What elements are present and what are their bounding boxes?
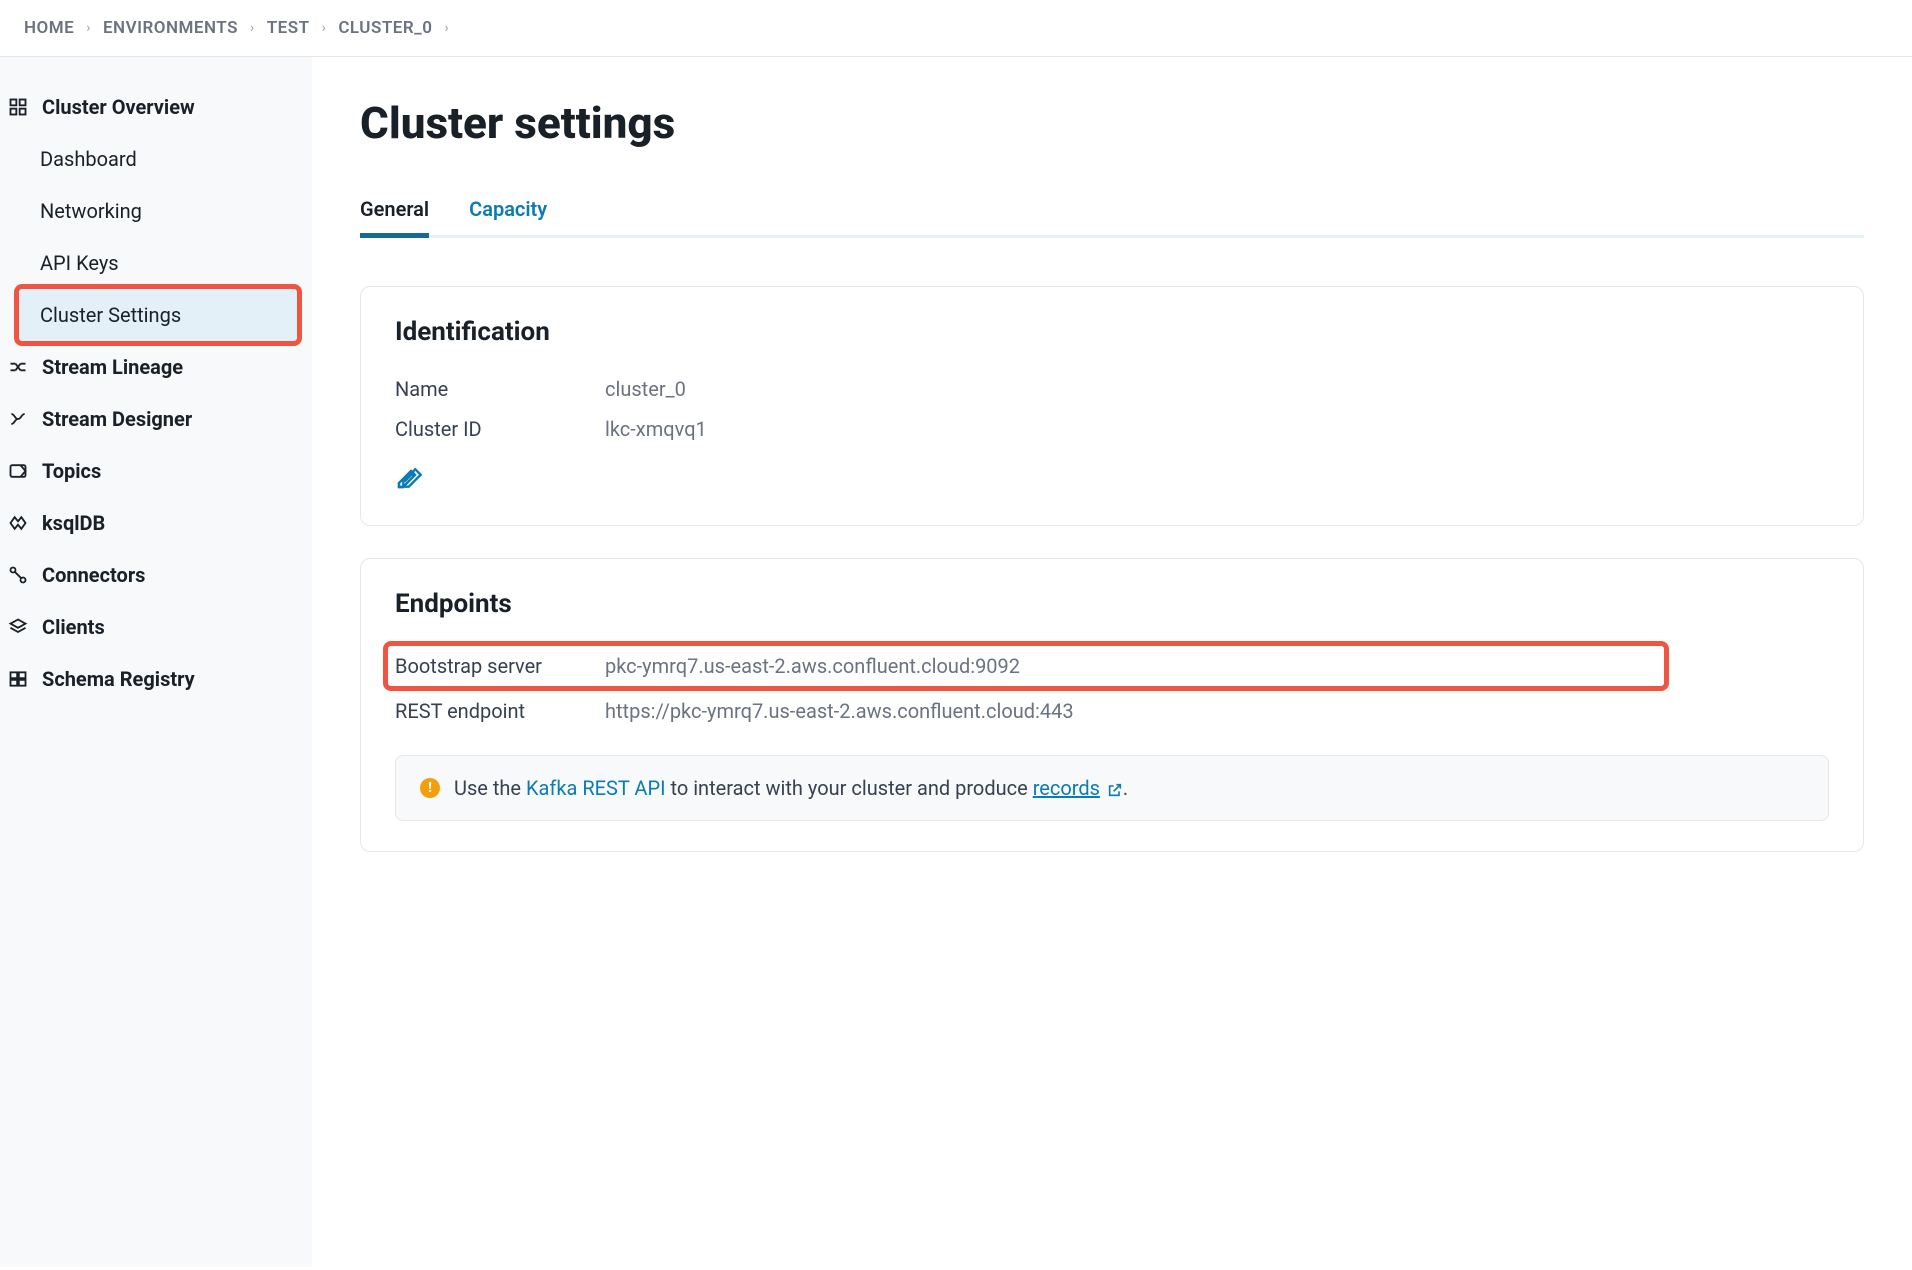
topics-icon	[6, 459, 30, 483]
endpoints-card: Endpoints Bootstrap server pkc-ymrq7.us-…	[360, 558, 1864, 852]
nav-dashboard[interactable]: Dashboard	[0, 133, 312, 185]
bootstrap-value: pkc-ymrq7.us-east-2.aws.confluent.cloud:…	[605, 654, 1020, 678]
nav-topics[interactable]: Topics	[0, 445, 312, 497]
nav-api-keys[interactable]: API Keys	[0, 237, 312, 289]
nav-cluster-settings[interactable]: Cluster Settings	[14, 284, 302, 346]
records-link[interactable]: records	[1033, 776, 1100, 800]
chevron-right-icon: ›	[322, 20, 327, 36]
chevron-right-icon: ›	[250, 20, 255, 36]
info-banner: ! Use the Kafka REST API to interact wit…	[395, 755, 1829, 821]
kafka-rest-api-link[interactable]: Kafka REST API	[526, 776, 666, 800]
bootstrap-label: Bootstrap server	[395, 654, 605, 678]
designer-icon	[6, 407, 30, 431]
nav-stream-lineage[interactable]: Stream Lineage	[0, 341, 312, 393]
nav-ksqldb[interactable]: ksqlDB	[0, 497, 312, 549]
connectors-icon	[6, 563, 30, 587]
banner-suffix: .	[1123, 776, 1128, 800]
schema-registry-icon	[6, 667, 30, 691]
nav-label: Stream Designer	[42, 407, 192, 431]
banner-prefix: Use the	[454, 776, 526, 800]
cluster-id-label: Cluster ID	[395, 417, 605, 441]
nav-label: Stream Lineage	[42, 355, 183, 379]
chevron-right-icon: ›	[444, 20, 449, 36]
page-title: Cluster settings	[360, 97, 1864, 149]
edit-icon[interactable]	[399, 465, 427, 493]
crumb-cluster[interactable]: CLUSTER_0	[338, 18, 432, 38]
name-label: Name	[395, 377, 605, 401]
nav-label: Clients	[42, 615, 105, 639]
sidebar: Cluster Overview Dashboard Networking AP…	[0, 57, 312, 1267]
endpoints-heading: Endpoints	[395, 589, 1829, 619]
rest-endpoint-row: REST endpoint https://pkc-ymrq7.us-east-…	[395, 691, 1829, 731]
nav-label: ksqlDB	[42, 511, 105, 535]
tab-capacity[interactable]: Capacity	[469, 197, 547, 235]
lineage-icon	[6, 355, 30, 379]
external-link-icon	[1107, 782, 1123, 798]
nav-stream-designer[interactable]: Stream Designer	[0, 393, 312, 445]
nav-connectors[interactable]: Connectors	[0, 549, 312, 601]
name-value: cluster_0	[605, 377, 686, 401]
ksqldb-icon	[6, 511, 30, 535]
nav-label: Connectors	[42, 563, 145, 587]
cluster-id-row: Cluster ID lkc-xmqvq1	[395, 409, 1829, 449]
warning-icon: !	[420, 778, 440, 798]
rest-value: https://pkc-ymrq7.us-east-2.aws.confluen…	[605, 699, 1074, 723]
chevron-right-icon: ›	[86, 20, 91, 36]
crumb-environments[interactable]: ENVIRONMENTS	[103, 18, 238, 38]
tab-general[interactable]: General	[360, 197, 429, 235]
clients-icon	[6, 615, 30, 639]
nav-schema-registry[interactable]: Schema Registry	[0, 653, 312, 705]
nav-networking[interactable]: Networking	[0, 185, 312, 237]
nav-label: Schema Registry	[42, 667, 195, 691]
identification-card: Identification Name cluster_0 Cluster ID…	[360, 286, 1864, 526]
main-content: Cluster settings General Capacity Identi…	[312, 57, 1912, 1267]
dashboard-icon	[6, 95, 30, 119]
bootstrap-row: Bootstrap server pkc-ymrq7.us-east-2.aws…	[391, 650, 1661, 682]
bootstrap-highlight: Bootstrap server pkc-ymrq7.us-east-2.aws…	[383, 641, 1669, 691]
banner-text: Use the Kafka REST API to interact with …	[454, 776, 1128, 800]
banner-middle: to interact with your cluster and produc…	[666, 776, 1033, 800]
tabs: General Capacity	[360, 197, 1864, 238]
nav-label: Topics	[42, 459, 101, 483]
identification-heading: Identification	[395, 317, 1829, 347]
crumb-home[interactable]: HOME	[24, 18, 74, 38]
nav-label: Cluster Overview	[42, 95, 195, 119]
crumb-test[interactable]: TEST	[267, 18, 310, 38]
nav-cluster-overview[interactable]: Cluster Overview	[0, 81, 312, 133]
rest-label: REST endpoint	[395, 699, 605, 723]
nav-clients[interactable]: Clients	[0, 601, 312, 653]
breadcrumb: HOME › ENVIRONMENTS › TEST › CLUSTER_0 ›	[0, 0, 1912, 57]
cluster-id-value: lkc-xmqvq1	[605, 417, 707, 441]
name-row: Name cluster_0	[395, 369, 1829, 409]
